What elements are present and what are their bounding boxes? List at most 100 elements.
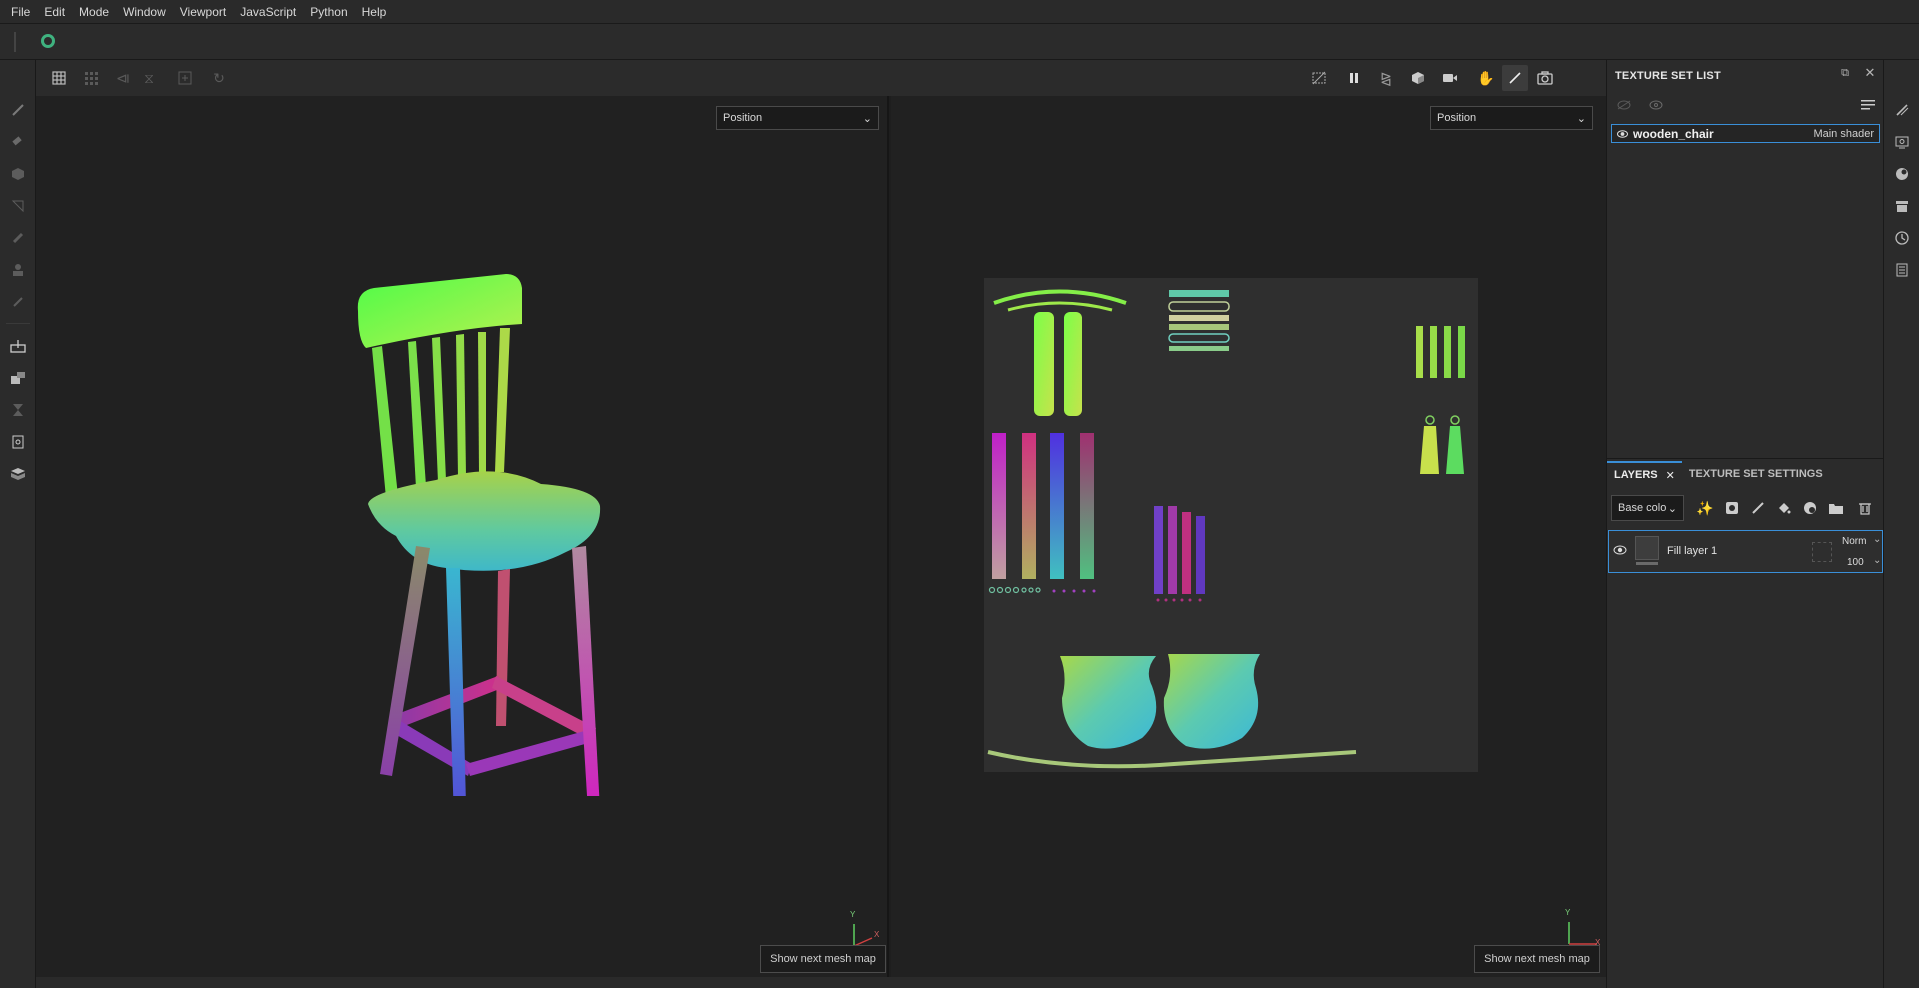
delete-trash-icon[interactable] [1852,495,1878,521]
viewport-3d[interactable]: Position ⌄ Y X Show next mesh map [36,96,889,977]
smudge-tool-icon[interactable] [5,225,31,251]
visibility-eye-icon[interactable] [1617,129,1628,138]
axis-y-label: Y [1565,908,1571,917]
menu-file[interactable]: File [4,0,37,24]
menu-viewport[interactable]: Viewport [173,0,233,24]
menu-mode[interactable]: Mode [72,0,116,24]
menu-python[interactable]: Python [303,0,354,24]
chair-3d-model[interactable] [296,236,696,796]
viewport-2d-channel-select[interactable]: Position ⌄ [1430,106,1593,130]
viewport-toolbar: ⧏ ⧖ ↻ ⧎ ✋ [36,60,1606,96]
mirror-y-icon[interactable]: ⧖ [136,65,162,91]
layer-row-fill-layer[interactable]: Fill layer 1 Norm ⌄ 100 ⌄ [1608,530,1883,573]
status-bar [36,977,1606,988]
menu-edit[interactable]: Edit [37,0,72,24]
right-dock-bar [1883,60,1919,988]
layer-thumbnail [1635,536,1659,560]
clone-tool-icon[interactable] [5,257,31,283]
layers-panel: LAYERS ✕ TEXTURE SET SETTINGS Base colo … [1606,458,1883,988]
tool-divider [6,323,30,324]
layer-opacity-value[interactable]: 100 [1847,557,1864,568]
tab-layers[interactable]: LAYERS ✕ [1607,461,1682,487]
texture-set-list-title: TEXTURE SET LIST [1615,70,1721,82]
texture-set-shader[interactable]: Main shader [1813,128,1874,140]
tab-layers-label: LAYERS [1614,469,1658,481]
layer-thumb-indicator [1636,562,1658,565]
plugin-logo-icon[interactable] [40,33,56,49]
polygon-fill-tool-icon[interactable] [5,193,31,219]
layers-channel-select[interactable]: Base colo ⌄ [1611,495,1684,521]
screenshot-camera-icon[interactable] [1532,65,1558,91]
uv-grid-icon[interactable] [46,65,72,91]
hide-all-icon[interactable] [1611,92,1637,118]
pause-icon[interactable] [1341,65,1367,91]
axis-x-label: X [874,930,880,939]
texture-set-item[interactable]: wooden_chair Main shader [1611,124,1880,143]
mirror-x-icon[interactable]: ⧏ [110,65,136,91]
texture-set-item-left: wooden_chair [1617,127,1714,141]
environment-icon[interactable] [1889,161,1915,187]
add-effect-wand-icon[interactable]: ✨ [1692,495,1718,521]
add-fill-layer-icon[interactable] [1771,495,1797,521]
chevron-down-icon: ⌄ [1873,534,1882,545]
viewport-3d-channel-value: Position [723,112,763,124]
menu-bar: File Edit Mode Window Viewport JavaScrip… [0,0,1919,24]
hourglass-tool-icon[interactable] [5,397,31,423]
add-smart-material-icon[interactable] [1797,495,1823,521]
chevron-down-icon: ⌄ [1667,502,1677,515]
viewport-2d-channel-value: Position [1437,112,1477,124]
menu-javascript[interactable]: JavaScript [233,0,303,24]
viewport-2d[interactable]: Position ⌄ Y X Show next mesh map [891,96,1606,977]
toolbar-grip [14,32,16,52]
uv-texture-map[interactable] [984,278,1478,772]
blend-mode-select[interactable]: Norm [1842,536,1866,547]
layer-name: Fill layer 1 [1667,545,1718,557]
add-frame-icon[interactable] [172,65,198,91]
visibility-eye-icon[interactable] [1613,545,1627,555]
export-tool-icon[interactable] [5,333,31,359]
chevron-down-icon: ⌄ [862,112,872,125]
tab-texture-set-settings[interactable]: TEXTURE SET SETTINGS [1682,461,1830,487]
stencil-icon[interactable]: ✋ [1473,65,1499,91]
layer-mask-slot[interactable] [1812,542,1832,562]
show-next-mesh-map-3d-button[interactable]: Show next mesh map [760,945,886,973]
asset-tool-icon[interactable] [5,461,31,487]
texture-set-name: wooden_chair [1633,126,1714,141]
bake-tool-icon[interactable] [5,365,31,391]
picker-tool-icon[interactable] [5,289,31,315]
paint-tool-icon[interactable] [5,97,31,123]
add-paint-layer-icon[interactable] [1745,495,1771,521]
history-clock-icon[interactable] [1889,225,1915,251]
menu-help[interactable]: Help [355,0,394,24]
layers-tabbar: LAYERS ✕ TEXTURE SET SETTINGS [1607,459,1884,487]
show-all-icon[interactable] [1643,92,1669,118]
close-icon[interactable]: ✕ [1857,60,1883,86]
paint-brush-active-icon[interactable] [1502,65,1528,91]
display-mode-cube-icon[interactable] [1405,65,1431,91]
add-mask-icon[interactable] [1719,495,1745,521]
history-icon[interactable]: ↻ [206,65,232,91]
log-document-icon[interactable] [1889,257,1915,283]
menu-window[interactable]: Window [116,0,173,24]
properties-brush-icon[interactable] [1889,97,1915,123]
symmetry-icon[interactable]: ⧎ [1373,65,1399,91]
left-toolbar [0,60,36,988]
chevron-down-icon: ⌄ [1873,555,1882,566]
show-next-mesh-map-2d-button[interactable]: Show next mesh map [1474,945,1600,973]
panel-float-icon[interactable]: ⧉ [1832,60,1858,86]
close-icon[interactable]: ✕ [1666,469,1675,482]
eraser-tool-icon[interactable] [5,129,31,155]
tile-grid-icon[interactable] [78,65,104,91]
list-settings-icon[interactable] [1855,92,1881,118]
projection-tool-icon[interactable] [5,161,31,187]
camera-video-icon[interactable] [1437,65,1463,91]
material-info-icon[interactable] [5,429,31,455]
display-settings-icon[interactable] [1889,129,1915,155]
shelf-archive-icon[interactable] [1889,193,1915,219]
texture-set-list-panel: TEXTURE SET LIST ⧉ ✕ wooden_chair Main s… [1606,60,1883,458]
context-toolbar [0,24,1919,60]
add-folder-icon[interactable] [1823,495,1849,521]
chevron-down-icon: ⌄ [1576,112,1586,125]
hide-overlay-icon[interactable] [1306,65,1332,91]
viewport-3d-channel-select[interactable]: Position ⌄ [716,106,879,130]
